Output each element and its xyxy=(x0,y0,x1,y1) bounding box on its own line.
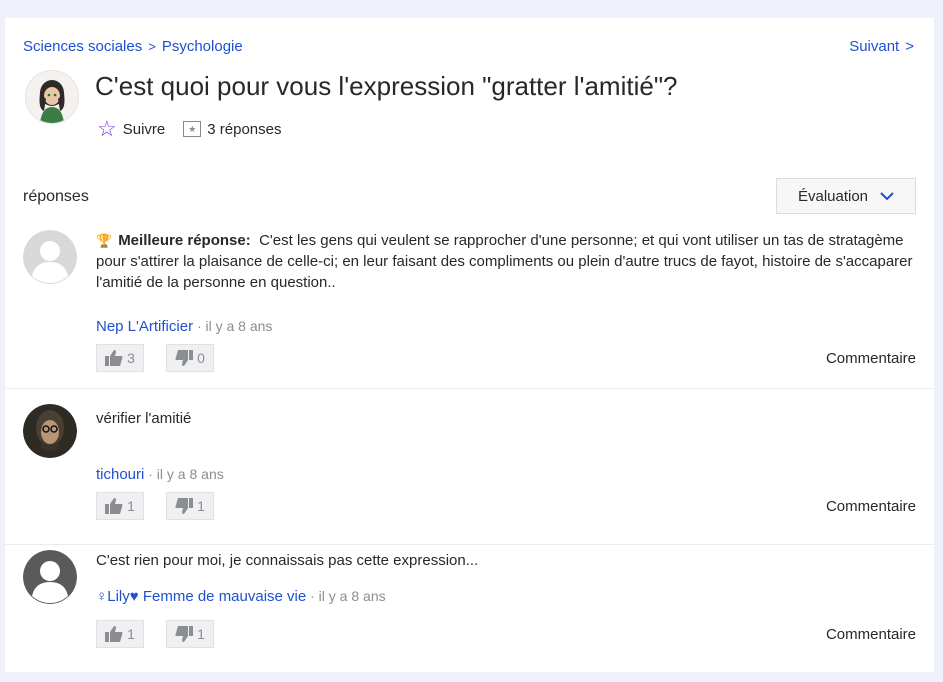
answer-author-line: tichouri · il y a 8 ans xyxy=(96,466,224,483)
thumbs-up-icon xyxy=(105,626,123,642)
question-card: Sciences sociales > Psychologie Suivant … xyxy=(5,18,934,672)
vote-buttons: 3 0 xyxy=(96,344,214,372)
answer-time: · il y a 8 ans xyxy=(148,466,224,482)
user-photo-avatar xyxy=(23,404,77,458)
comment-link[interactable]: Commentaire xyxy=(826,498,916,515)
best-answer-label: Meilleure réponse: xyxy=(118,232,251,249)
thumbs-up-icon xyxy=(105,498,123,514)
breadcrumb: Sciences sociales > Psychologie xyxy=(23,38,243,55)
answer-divider xyxy=(5,544,934,545)
upvote-count: 1 xyxy=(127,626,135,642)
answer-author-line: Nep L'Artificier · il y a 8 ans xyxy=(96,318,272,335)
sort-dropdown[interactable]: Évaluation xyxy=(776,178,916,214)
breadcrumb-separator: > xyxy=(148,39,156,54)
answer-text: C'est rien pour moi, je connaissais pas … xyxy=(96,552,479,569)
trophy-icon: 🏆 xyxy=(96,233,113,248)
top-bar: Sciences sociales > Psychologie Suivant … xyxy=(23,38,914,58)
answers-icon: ★ xyxy=(183,121,202,137)
thumbs-up-icon xyxy=(105,350,123,366)
author-link[interactable]: tichouri xyxy=(96,466,144,483)
answer-avatar[interactable] xyxy=(23,550,77,604)
downvote-count: 0 xyxy=(197,350,205,366)
asker-avatar[interactable] xyxy=(25,70,79,124)
answer-divider xyxy=(5,388,934,389)
answer-avatar[interactable] xyxy=(23,404,77,458)
default-avatar-icon xyxy=(23,550,77,604)
author-link[interactable]: Nep L'Artificier xyxy=(96,318,193,335)
downvote-button[interactable]: 1 xyxy=(166,492,214,520)
follow-label: Suivre xyxy=(122,120,166,138)
breadcrumb-category-link[interactable]: Sciences sociales xyxy=(23,38,142,55)
downvote-count: 1 xyxy=(197,626,205,642)
next-label: Suivant xyxy=(849,38,900,55)
vote-buttons: 1 1 xyxy=(96,492,214,520)
upvote-button[interactable]: 1 xyxy=(96,620,144,648)
thumbs-down-icon xyxy=(175,350,194,366)
upvote-button[interactable]: 1 xyxy=(96,492,144,520)
answer-avatar[interactable] xyxy=(23,230,77,284)
default-avatar-icon xyxy=(23,230,77,284)
next-question-link[interactable]: Suivant > xyxy=(849,38,914,55)
comment-link[interactable]: Commentaire xyxy=(826,626,916,643)
downvote-count: 1 xyxy=(197,498,205,514)
vote-buttons: 1 1 xyxy=(96,620,214,648)
responses-heading: réponses xyxy=(23,188,89,205)
thumbs-down-icon xyxy=(175,626,194,642)
chevron-right-icon: > xyxy=(905,38,914,55)
answer-time: · il y a 8 ans xyxy=(196,318,273,334)
chevron-down-icon xyxy=(880,188,894,204)
upvote-count: 3 xyxy=(127,350,135,366)
star-outline-icon: ☆ xyxy=(97,116,117,141)
answer-author-line: ♀Lily♥ Femme de mauvaise vie · il y a 8 … xyxy=(96,588,386,605)
asker-avatar-image xyxy=(26,71,78,123)
downvote-button[interactable]: 1 xyxy=(166,620,214,648)
breadcrumb-subcategory-link[interactable]: Psychologie xyxy=(162,38,243,55)
comment-link[interactable]: Commentaire xyxy=(826,350,916,367)
answer-text: 🏆 Meilleure réponse: C'est les gens qui v… xyxy=(96,230,916,293)
question-meta: ☆ Suivre ★ 3 réponses xyxy=(97,118,281,140)
thumbs-down-icon xyxy=(175,498,194,514)
answers-count: ★ 3 réponses xyxy=(183,121,281,138)
answer-time: · il y a 8 ans xyxy=(310,588,386,604)
question-title: C'est quoi pour vous l'expression "gratt… xyxy=(95,71,678,101)
downvote-button[interactable]: 0 xyxy=(166,344,214,372)
sort-label: Évaluation xyxy=(797,187,869,205)
upvote-button[interactable]: 3 xyxy=(96,344,144,372)
answer-text: vérifier l'amitié xyxy=(96,410,192,427)
author-link[interactable]: ♀Lily♥ Femme de mauvaise vie xyxy=(96,588,306,605)
follow-button[interactable]: ☆ Suivre xyxy=(97,118,165,140)
answers-count-label: 3 réponses xyxy=(207,120,282,138)
upvote-count: 1 xyxy=(127,498,135,514)
